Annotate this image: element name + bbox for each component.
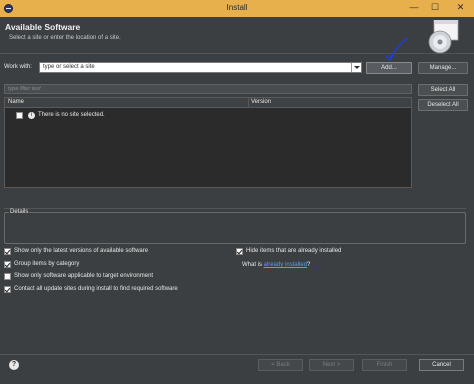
maximize-button[interactable]: ☐ — [425, 0, 445, 17]
show-applicable-label: Show only software applicable to target … — [14, 273, 154, 279]
what-is-installed: What is already installed? — [242, 262, 310, 268]
finish-button[interactable]: Finish — [362, 359, 407, 371]
install-cd-icon — [428, 20, 459, 54]
column-name[interactable]: Name — [8, 99, 24, 105]
work-with-combo[interactable]: type or select a site — [39, 62, 362, 73]
contact-sites-label: Contact all update sites during install … — [14, 286, 178, 292]
manage-sites-button[interactable]: Manage... — [418, 62, 468, 74]
work-with-value: type or select a site — [43, 64, 95, 70]
row-text: There is no site selected. — [38, 112, 105, 118]
what-is-prefix: What is — [242, 262, 264, 268]
filter-input[interactable]: type filter text — [4, 84, 412, 94]
column-version[interactable]: Version — [251, 99, 271, 105]
column-divider[interactable] — [248, 98, 249, 108]
page-subtitle: Select a site or enter the location of a… — [9, 35, 121, 41]
window-titlebar: Install — ☐ ✕ — [0, 0, 474, 17]
show-applicable-checkbox[interactable] — [4, 273, 11, 280]
show-latest-checkbox[interactable] — [4, 248, 11, 255]
details-label: Details — [9, 209, 30, 215]
show-latest-label: Show only the latest versions of availab… — [14, 248, 149, 254]
close-button[interactable]: ✕ — [447, 0, 474, 17]
what-is-suffix: ? — [307, 262, 311, 268]
divider — [4, 208, 466, 209]
cancel-button[interactable]: Cancel — [419, 359, 464, 371]
details-group: Details — [4, 209, 466, 244]
software-table[interactable]: Name Version i There is no site selected… — [4, 97, 412, 188]
filter-placeholder: type filter text — [8, 86, 41, 92]
hide-installed-checkbox[interactable] — [236, 248, 243, 255]
already-installed-link[interactable]: already installed — [264, 262, 307, 268]
info-icon: i — [28, 112, 35, 119]
footer-divider — [0, 354, 474, 355]
back-button[interactable]: < Back — [258, 359, 303, 371]
contact-sites-checkbox[interactable] — [4, 286, 11, 293]
row-checkbox[interactable] — [16, 112, 23, 119]
group-by-category-label: Group items by category — [14, 261, 80, 267]
select-all-button[interactable]: Select All — [418, 84, 468, 96]
group-by-category-checkbox[interactable] — [4, 261, 11, 268]
table-header: Name Version — [5, 98, 411, 108]
chevron-down-icon[interactable] — [351, 63, 361, 72]
next-button[interactable]: Next > — [309, 359, 354, 371]
deselect-all-button[interactable]: Deselect All — [418, 99, 468, 111]
minimize-button[interactable]: — — [404, 0, 424, 17]
hide-installed-label: Hide items that are already installed — [246, 248, 342, 254]
window-title: Install — [226, 3, 248, 12]
help-icon[interactable]: ? — [9, 360, 19, 370]
annotation-arrow-icon — [385, 37, 409, 62]
work-with-label: Work with: — [4, 64, 32, 70]
page-title: Available Software — [5, 22, 81, 32]
